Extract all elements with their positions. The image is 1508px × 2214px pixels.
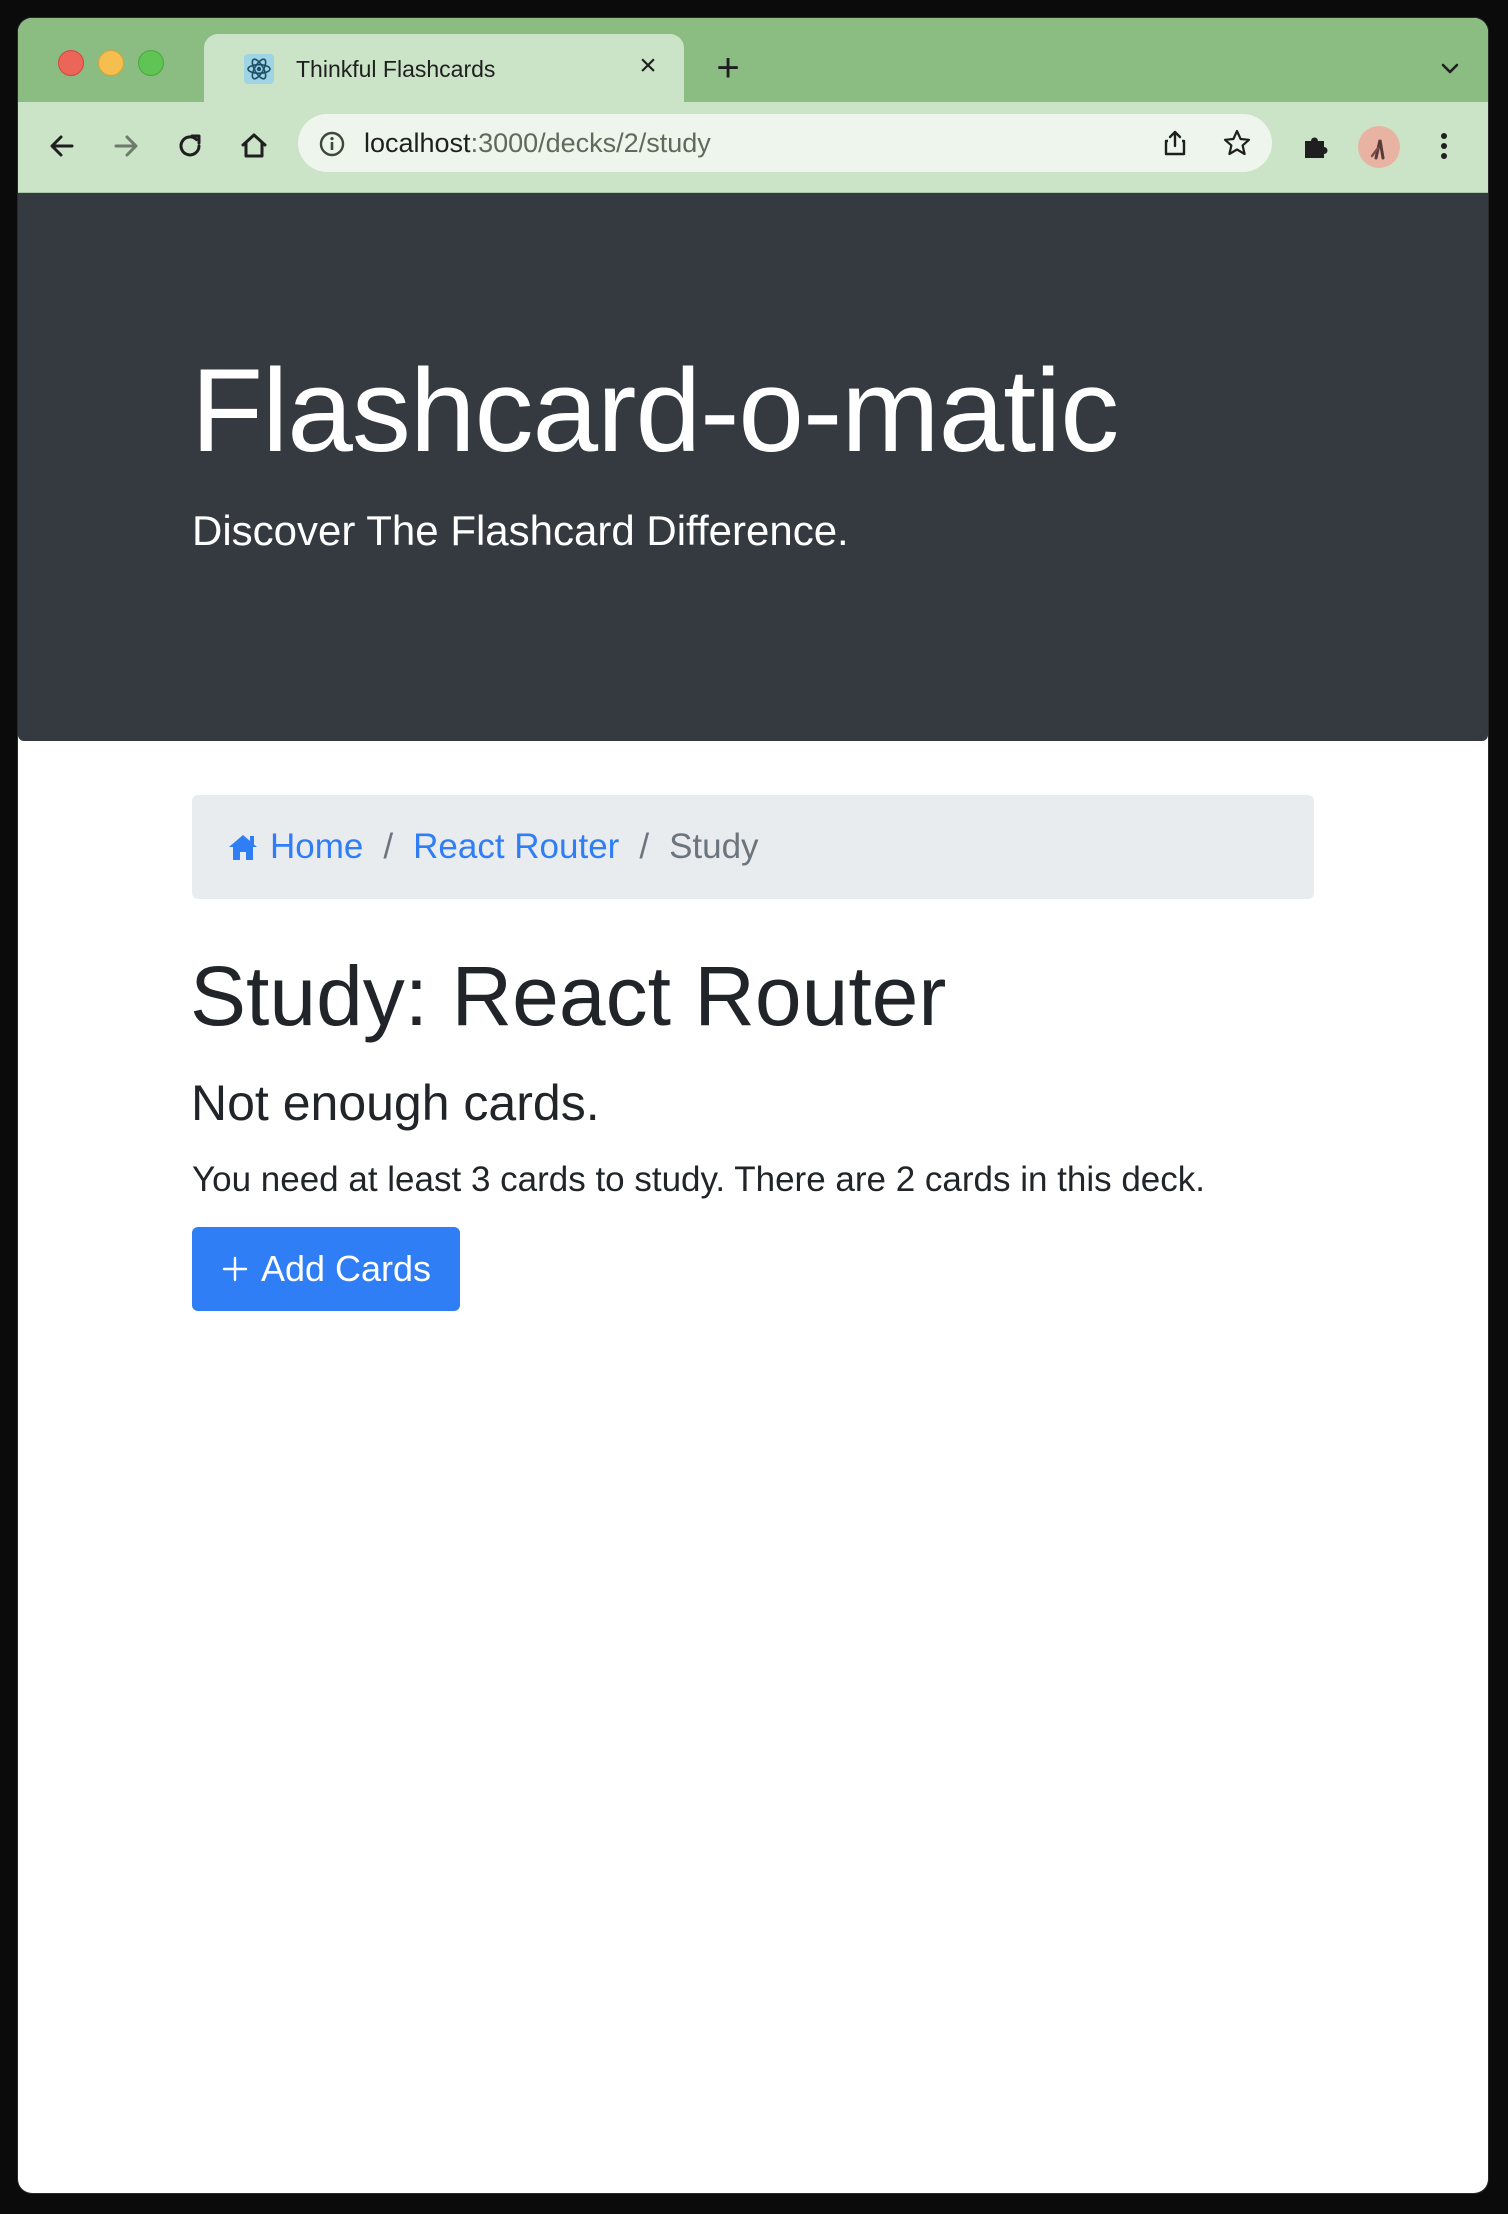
forward-arrow-icon[interactable] xyxy=(106,126,146,166)
site-subtitle: Discover The Flashcard Difference. xyxy=(192,507,849,554)
back-arrow-icon[interactable] xyxy=(42,126,82,166)
new-tab-button[interactable]: + xyxy=(708,48,748,88)
react-icon xyxy=(244,54,274,84)
info-icon[interactable] xyxy=(318,130,346,158)
breadcrumb-home-link[interactable]: Home xyxy=(226,827,363,867)
share-icon[interactable] xyxy=(1160,128,1190,158)
address-bar[interactable]: localhost:3000/decks/2/study xyxy=(298,114,1272,172)
breadcrumb-current: Study xyxy=(669,827,759,866)
home-icon xyxy=(229,835,257,860)
not-enough-cards-heading: Not enough cards. xyxy=(191,1075,600,1131)
window-maximize-button[interactable] xyxy=(138,50,164,76)
browser-tab[interactable]: Thinkful Flashcards × xyxy=(204,34,684,102)
close-icon[interactable]: × xyxy=(630,48,666,84)
breadcrumb: Home / React Router / Study xyxy=(192,795,1314,899)
add-cards-label: Add Cards xyxy=(260,1248,432,1289)
plus-icon xyxy=(222,1256,248,1282)
url-path: :3000/decks/2/study xyxy=(470,128,711,158)
tab-title: Thinkful Flashcards xyxy=(296,56,496,82)
bookmark-star-icon[interactable] xyxy=(1222,128,1252,158)
reload-icon[interactable] xyxy=(170,126,210,166)
extensions-puzzle-icon[interactable] xyxy=(1296,126,1336,166)
profile-icon xyxy=(1370,139,1385,160)
breadcrumb-separator: / xyxy=(383,827,394,866)
site-title: Flashcard-o-matic xyxy=(191,345,1119,477)
browser-toolbar: localhost:3000/decks/2/study xyxy=(18,102,1488,193)
page-title: Study: React Router xyxy=(190,949,947,1043)
more-vertical-icon[interactable] xyxy=(1424,126,1464,166)
browser-window: Thinkful Flashcards × + localhost:3000/d… xyxy=(18,18,1488,2193)
chevron-down-icon[interactable] xyxy=(1438,56,1462,80)
window-close-button[interactable] xyxy=(58,50,84,76)
profile-avatar[interactable] xyxy=(1358,126,1400,168)
home-icon[interactable] xyxy=(234,126,274,166)
window-minimize-button[interactable] xyxy=(98,50,124,76)
breadcrumb-home-label: Home xyxy=(270,827,364,866)
not-enough-cards-message: You need at least 3 cards to study. Ther… xyxy=(192,1160,1206,1199)
add-cards-button[interactable]: Add Cards xyxy=(192,1227,460,1311)
breadcrumb-separator: / xyxy=(639,827,650,866)
breadcrumb-deck-link[interactable]: React Router xyxy=(413,827,619,867)
site-header: Flashcard-o-matic Discover The Flashcard… xyxy=(18,193,1488,741)
url-host: localhost xyxy=(364,128,471,158)
tab-strip: Thinkful Flashcards × + xyxy=(18,18,1488,102)
url-text[interactable]: localhost:3000/decks/2/study xyxy=(364,128,711,159)
